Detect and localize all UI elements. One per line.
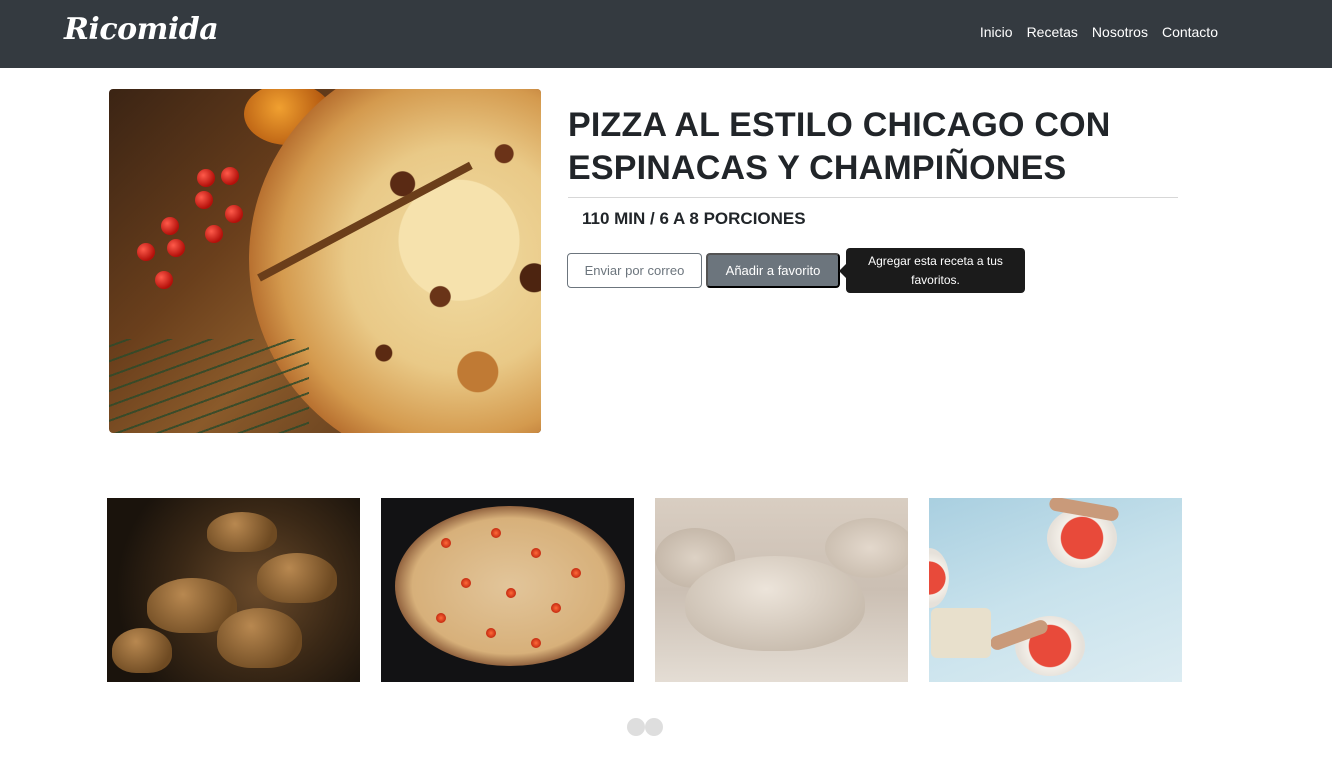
brand-logo[interactable]: Ricomida	[64, 12, 219, 47]
pizza-crust-shape	[395, 506, 625, 666]
pepperoni-shape	[491, 528, 501, 538]
carousel-dot[interactable]	[645, 718, 663, 736]
mushroom-shape	[112, 628, 172, 673]
pepperoni-shape	[441, 538, 451, 548]
gallery-image-mushrooms[interactable]	[107, 498, 360, 682]
nav-item-inicio[interactable]: Inicio	[980, 24, 1013, 40]
nav-item-nosotros[interactable]: Nosotros	[1092, 24, 1148, 40]
gallery-image-preparation[interactable]	[929, 498, 1182, 682]
mushroom-shape	[257, 553, 337, 603]
recipe-title: PIZZA AL ESTILO CHICAGO CON ESPINACAS Y …	[568, 106, 1111, 187]
gallery-image-dough[interactable]	[655, 498, 908, 682]
rosemary-decoration	[109, 339, 309, 433]
add-favorite-button[interactable]: Añadir a favorito	[706, 253, 840, 288]
carousel-indicators	[627, 718, 663, 736]
cherry-tomato	[155, 271, 173, 289]
tooltip-arrow	[839, 264, 846, 278]
cherry-tomato	[205, 225, 223, 243]
navbar: Ricomida Inicio Recetas Nosotros Contact…	[0, 0, 1332, 68]
cherry-tomato	[161, 217, 179, 235]
cherry-tomato	[195, 191, 213, 209]
nav-item-recetas[interactable]: Recetas	[1027, 24, 1078, 40]
cheese-tray-shape	[931, 608, 991, 658]
nav-links: Inicio Recetas Nosotros Contacto	[980, 24, 1218, 40]
pizza-bowl-shape	[929, 548, 949, 608]
recipe-main-image	[109, 89, 541, 433]
pepperoni-shape	[551, 603, 561, 613]
gallery-image-pizza[interactable]	[381, 498, 634, 682]
email-button[interactable]: Enviar por correo	[567, 253, 702, 288]
dough-shape	[685, 556, 865, 651]
pepperoni-shape	[486, 628, 496, 638]
pepperoni-shape	[461, 578, 471, 588]
mushroom-shape	[217, 608, 302, 668]
pepperoni-shape	[436, 613, 446, 623]
favorite-tooltip: Agregar esta receta a tus favoritos.	[846, 248, 1025, 293]
cherry-tomato	[221, 167, 239, 185]
nav-item-contacto[interactable]: Contacto	[1162, 24, 1218, 40]
cherry-tomato	[225, 205, 243, 223]
pepperoni-shape	[571, 568, 581, 578]
recipe-meta: 110 MIN / 6 A 8 PORCIONES	[582, 209, 806, 228]
carousel-dot[interactable]	[627, 718, 645, 736]
cherry-tomato	[197, 169, 215, 187]
pepperoni-shape	[531, 638, 541, 648]
mushroom-shape	[207, 512, 277, 552]
pepperoni-shape	[506, 588, 516, 598]
pepperoni-shape	[531, 548, 541, 558]
cherry-tomato	[137, 243, 155, 261]
cherry-tomato	[167, 239, 185, 257]
title-divider	[568, 197, 1178, 198]
